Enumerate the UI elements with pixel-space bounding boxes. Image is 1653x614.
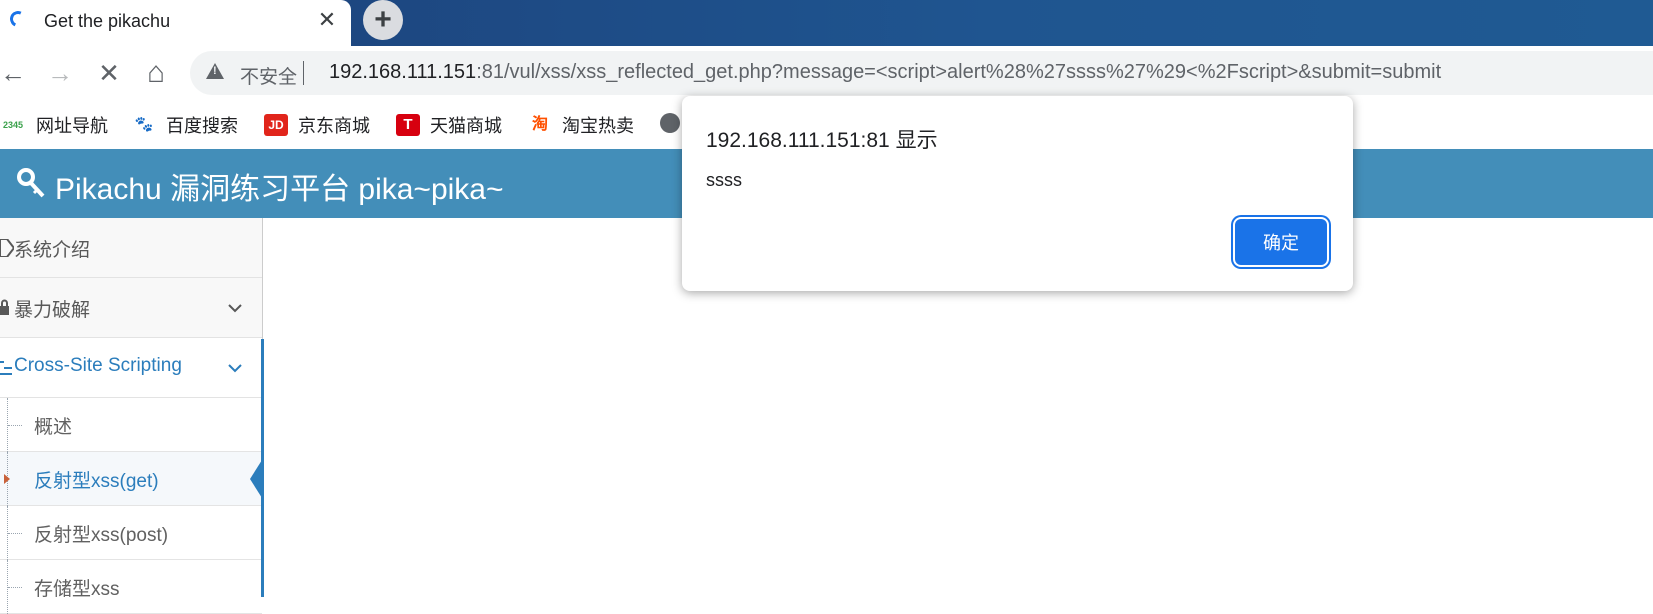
- sidebar-item-label: 系统介绍: [14, 240, 91, 261]
- baidu-paw-icon: 🐾: [132, 114, 156, 136]
- chevron-down-icon: [228, 364, 242, 373]
- sidebar-subitem-reflected-get[interactable]: 反射型xss(get): [0, 452, 262, 506]
- dialog-message: ssss: [706, 170, 742, 190]
- bookmark-item[interactable]: 淘淘宝热卖: [528, 112, 634, 136]
- caret-right-icon: [4, 474, 10, 484]
- sidebar-item-label: 暴力破解: [14, 300, 91, 321]
- security-label[interactable]: 不安全: [240, 62, 297, 89]
- tmall-icon: T: [396, 114, 420, 136]
- home-button[interactable]: ⌂: [141, 58, 171, 88]
- jd-icon: JD: [264, 114, 288, 136]
- ok-button[interactable]: 确定: [1235, 219, 1327, 265]
- omnibox-divider: [303, 61, 304, 85]
- tree-dash: [8, 587, 22, 588]
- tree-dash: [8, 533, 22, 534]
- site-title[interactable]: Pikachu 漏洞练习平台 pika~pika~: [55, 164, 504, 208]
- tab-strip: Get the pikachu ✕ +: [0, 0, 1653, 46]
- bookmark-label: 京东商城: [298, 116, 370, 136]
- bookmark-label: 天猫商城: [430, 116, 502, 136]
- tab-title: Get the pikachu: [44, 11, 171, 31]
- warning-icon[interactable]: [206, 63, 224, 79]
- subitem-label: 反射型xss(get): [34, 471, 159, 492]
- tree-dash: [8, 425, 22, 426]
- loading-spinner-icon: [7, 8, 29, 30]
- bookmark-item[interactable]: 2345 网址导航: [0, 112, 108, 136]
- globe-icon: [660, 113, 680, 134]
- url-path: :81/vul/xss/xss_reflected_get.php?messag…: [476, 61, 1442, 83]
- bookmark-item[interactable]: JD 京东商城: [264, 112, 370, 136]
- alert-dialog: 192.168.111.151:81 显示 ssss 确定: [682, 96, 1353, 291]
- sidebar-item-label: Cross-Site Scripting: [14, 355, 182, 376]
- chevron-down-icon: [228, 304, 242, 313]
- active-section-bar: [261, 339, 264, 597]
- bookmark-item[interactable]: 🐾 百度搜索: [132, 112, 238, 136]
- bookmark-label: 淘宝热卖: [562, 116, 634, 136]
- bookmark-label: 网址导航: [36, 116, 108, 136]
- new-tab-button[interactable]: +: [363, 0, 403, 40]
- subitem-label: 概述: [34, 417, 73, 438]
- sidebar-subitem-stored[interactable]: 存储型xss: [0, 560, 262, 614]
- sidebar-subitem-reflected-post[interactable]: 反射型xss(post): [0, 506, 262, 560]
- address-bar[interactable]: 不安全 192.168.111.151:81/vul/xss/xss_refle…: [190, 51, 1653, 95]
- browser-tab[interactable]: Get the pikachu ✕: [0, 0, 351, 46]
- browser-toolbar: ← → ✕ ⌂ 不安全 192.168.111.151:81/vul/xss/x…: [0, 46, 1653, 101]
- subitem-label: 反射型xss(post): [34, 525, 169, 546]
- dialog-title: 192.168.111.151:81 显示: [706, 129, 938, 152]
- url-text[interactable]: 192.168.111.151:81/vul/xss/xss_reflected…: [329, 61, 1441, 84]
- list-icon: [0, 361, 12, 375]
- url-host: 192.168.111.151: [329, 61, 477, 83]
- sidebar-subitem-overview[interactable]: 概述: [0, 398, 262, 452]
- lock-icon: [0, 299, 9, 315]
- sidebar-item-intro[interactable]: 系统介绍: [0, 218, 262, 278]
- bookmark-label: 百度搜索: [166, 116, 238, 136]
- sidebar: 系统介绍 暴力破解 Cross-Site Scripting 概述 反射型xss…: [0, 218, 263, 614]
- sidebar-item-brute-force[interactable]: 暴力破解: [0, 278, 262, 338]
- tab-close-icon[interactable]: ✕: [314, 7, 340, 33]
- bookmark-item[interactable]: T 天猫商城: [396, 112, 502, 136]
- taobao-icon: 淘: [528, 114, 552, 136]
- tag-icon: [0, 239, 14, 257]
- stop-loading-button[interactable]: ✕: [94, 58, 124, 88]
- forward-button[interactable]: →: [45, 58, 75, 88]
- key-icon: [17, 168, 45, 198]
- sidebar-item-xss[interactable]: Cross-Site Scripting: [0, 338, 262, 398]
- back-button[interactable]: ←: [0, 58, 28, 88]
- 2345-icon: 2345: [0, 114, 26, 136]
